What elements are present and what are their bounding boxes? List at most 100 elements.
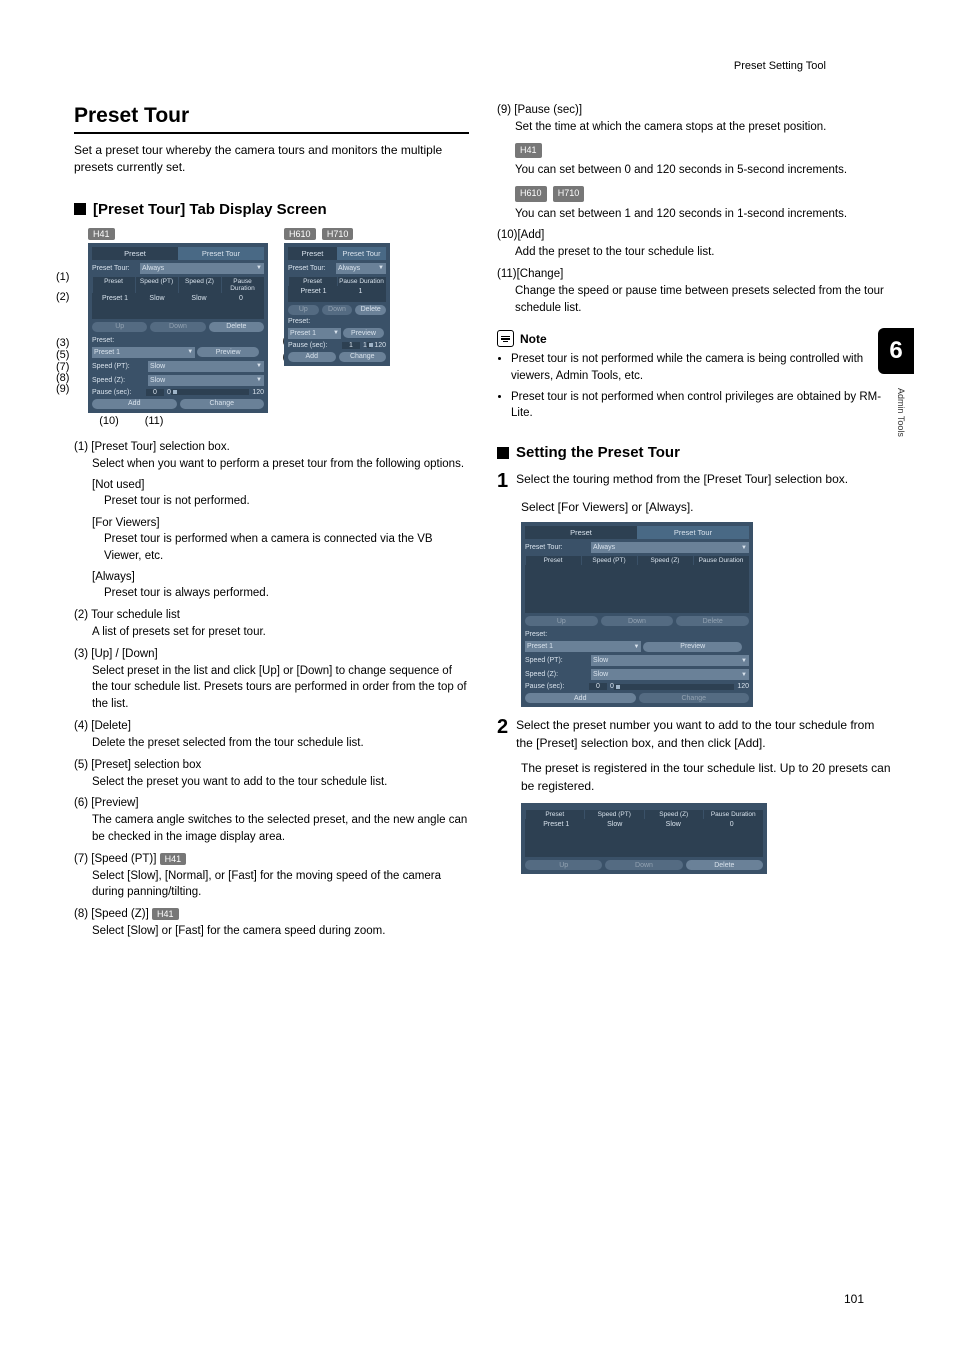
step-2-sub: The preset is registered in the tour sch…	[521, 760, 892, 795]
change-button-sm[interactable]: Change	[339, 352, 387, 362]
step-1-number: 1	[497, 471, 508, 491]
add-button-s1[interactable]: Add	[525, 693, 636, 703]
callout-9: (9)	[56, 383, 69, 395]
def-7-body: Select [Slow], [Normal], or [Fast] for t…	[92, 868, 469, 901]
delete-button[interactable]: Delete	[209, 322, 264, 332]
tab-preset-tour-s1[interactable]: Preset Tour	[637, 526, 749, 539]
up-button-s2[interactable]: Up	[525, 860, 602, 870]
def-9-body: Set the time at which the camera stops a…	[515, 119, 892, 136]
tab-preset[interactable]: Preset	[92, 247, 178, 260]
add-button[interactable]: Add	[92, 399, 177, 409]
down-button-sm[interactable]: Down	[322, 305, 353, 315]
preview-button[interactable]: Preview	[197, 347, 259, 357]
header-tool-label: Preset Setting Tool	[734, 60, 826, 72]
callout-5: (5)	[56, 349, 69, 361]
def-1-title: (1) [Preset Tour] selection box.	[74, 441, 469, 453]
def-2-body: A list of presets set for preset tour.	[92, 624, 469, 641]
preset-tour-label: Preset Tour:	[92, 265, 138, 272]
section-title: Preset Tour	[74, 104, 469, 134]
preview-button-sm[interactable]: Preview	[343, 328, 384, 338]
preset-select-s1[interactable]: Preset 1	[525, 641, 641, 652]
preset-tour-panel-h610: Preset Preset Tour Preset Tour:Always Pr…	[284, 243, 390, 366]
def-11-title: (11)[Change]	[497, 268, 892, 280]
preset-tour-panel-step1: PresetPreset Tour Preset Tour:Always Pre…	[521, 522, 753, 707]
step-2-text: Select the preset number you want to add…	[516, 717, 892, 752]
chapter-tab: 6	[878, 328, 914, 374]
callout-1: (1)	[56, 271, 69, 283]
def-6-body: The camera angle switches to the selecte…	[92, 812, 469, 845]
def-10-body: Add the preset to the tour schedule list…	[515, 244, 892, 261]
schedule-list-s1[interactable]	[525, 565, 749, 613]
down-button-s1[interactable]: Down	[601, 616, 674, 626]
model-badge-h610: H610	[284, 228, 316, 240]
tab-preset-tour[interactable]: Preset Tour	[178, 247, 264, 260]
preset-tour-select[interactable]: Always	[140, 263, 264, 274]
callout-11: (11)	[133, 415, 175, 427]
down-button[interactable]: Down	[150, 322, 205, 332]
up-button[interactable]: Up	[92, 322, 147, 332]
speed-pt-select-s1[interactable]: Slow	[591, 655, 749, 666]
speed-z-select-s1[interactable]: Slow	[591, 669, 749, 680]
table-row[interactable]: Preset 1SlowSlow0	[94, 295, 262, 302]
pause-value: 0	[146, 389, 164, 396]
speed-pt-label: Speed (PT):	[92, 363, 146, 370]
def-8-body: Select [Slow] or [Fast] for the camera s…	[92, 923, 469, 940]
tab-preset-sm[interactable]: Preset	[288, 247, 337, 260]
schedule-list-sm[interactable]: Preset 11	[288, 286, 386, 302]
delete-button-s1[interactable]: Delete	[676, 616, 749, 626]
callout-10: (10)	[88, 415, 130, 427]
down-button-s2[interactable]: Down	[605, 860, 682, 870]
def-4-body: Delete the preset selected from the tour…	[92, 735, 469, 752]
preset-tour-select-sm[interactable]: Always	[336, 263, 386, 274]
up-button-s1[interactable]: Up	[525, 616, 598, 626]
preview-button-s1[interactable]: Preview	[643, 642, 742, 652]
note-label: Note	[520, 332, 547, 346]
model-badge-h610-r: H610	[515, 186, 547, 201]
speed-pt-select[interactable]: Slow	[148, 361, 264, 372]
step-1-sub: Select [For Viewers] or [Always].	[521, 499, 892, 516]
pause-slider[interactable]	[171, 389, 249, 395]
pause-slider-sm[interactable]	[367, 342, 371, 348]
def-1-body: Select when you want to perform a preset…	[92, 456, 469, 473]
note-item: Preset tour is not performed when contro…	[511, 389, 892, 422]
pause-slider-s1[interactable]	[614, 684, 734, 690]
change-button-s1[interactable]: Change	[639, 693, 750, 703]
def-6-title: (6) [Preview]	[74, 797, 469, 809]
table-row[interactable]: Preset 1SlowSlow0	[527, 821, 761, 828]
notes-list: Preset tour is not performed while the c…	[511, 351, 892, 422]
model-badge-h710-r: H710	[553, 186, 585, 201]
def-4-title: (4) [Delete]	[74, 720, 469, 732]
tab-preset-s1[interactable]: Preset	[525, 526, 637, 539]
def-3-body: Select preset in the list and click [Up]…	[92, 663, 469, 713]
heading-marker-icon	[497, 447, 509, 459]
preset-tour-panel-h41: Preset Preset Tour Preset Tour: Always P…	[88, 243, 268, 413]
model-badge-h41: H41	[88, 228, 115, 240]
preset-select[interactable]: Preset 1	[92, 347, 195, 358]
delete-button-sm[interactable]: Delete	[355, 305, 386, 315]
def-9-title: (9) [Pause (sec)]	[497, 104, 892, 116]
preset-tour-select-s1[interactable]: Always	[591, 542, 749, 553]
schedule-list-s2[interactable]: Preset 1SlowSlow0	[525, 819, 763, 857]
step-2-number: 2	[497, 717, 508, 752]
up-button-sm[interactable]: Up	[288, 305, 319, 315]
model-badge-h41-r: H41	[515, 143, 542, 158]
def-10-title: (10)[Add]	[497, 229, 892, 241]
tab-preset-tour-sm[interactable]: Preset Tour	[337, 247, 386, 260]
delete-button-s2[interactable]: Delete	[686, 860, 763, 870]
model-badge-h710: H710	[322, 228, 354, 240]
def-7-title: (7) [Speed (PT)] H41	[74, 853, 469, 865]
note-item: Preset tour is not performed while the c…	[511, 351, 892, 384]
chapter-side-text: Admin Tools	[896, 388, 906, 437]
add-button-sm[interactable]: Add	[288, 352, 336, 362]
speed-z-select[interactable]: Slow	[148, 375, 264, 386]
page-number: 101	[844, 1292, 864, 1306]
subheading-setting-tour: Setting the Preset Tour	[516, 444, 680, 461]
def-5-body: Select the preset you want to add to the…	[92, 774, 469, 791]
def-11-body: Change the speed or pause time between p…	[515, 283, 892, 316]
schedule-header: PresetSpeed (PT)Speed (Z)Pause Duration	[92, 277, 264, 293]
callout-3: (3)	[56, 337, 69, 349]
preset-select-sm[interactable]: Preset 1	[288, 328, 341, 339]
schedule-list[interactable]: Preset 1SlowSlow0	[92, 293, 264, 319]
def-9-h41-body: You can set between 0 and 120 seconds in…	[515, 162, 892, 179]
change-button[interactable]: Change	[180, 399, 265, 409]
